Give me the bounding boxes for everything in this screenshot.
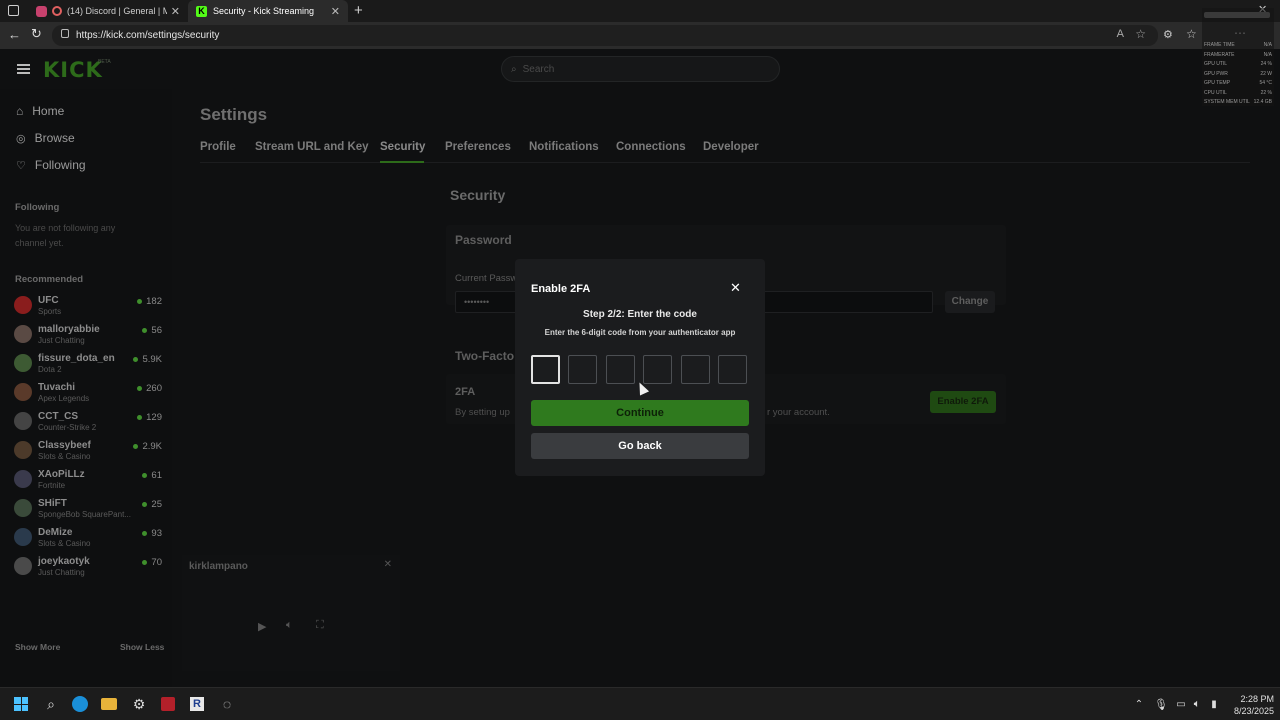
windows-start-icon[interactable] xyxy=(12,695,30,713)
file-explorer-icon[interactable] xyxy=(100,695,118,713)
close-icon[interactable]: ✕ xyxy=(171,5,180,18)
overlay-stat-row: FRAMERATE N/A xyxy=(1204,52,1272,58)
tab-label: (14) Discord | General | Magi xyxy=(67,6,167,16)
stat-label: FRAME TIME xyxy=(1204,42,1235,48)
app-red-icon[interactable] xyxy=(159,695,177,713)
browser-tab-kick[interactable]: K Security - Kick Streaming ✕ xyxy=(188,0,348,22)
code-digit-input-5[interactable] xyxy=(680,355,710,384)
modal-step-text: Step 2/2: Enter the code xyxy=(583,309,697,320)
close-icon[interactable]: ✕ xyxy=(331,5,340,18)
address-bar-row: ← ↻ https://kick.com/settings/security A… xyxy=(0,22,1280,49)
stat-value: N/A xyxy=(1263,42,1272,48)
modal-title: Enable 2FA xyxy=(531,283,591,295)
stat-label: CPU UTIL xyxy=(1204,89,1227,96)
discord-favicon-icon xyxy=(36,5,47,17)
overlay-stat-row: FRAME TIME N/A xyxy=(1204,42,1272,48)
taskbar-time[interactable]: 2:28 PM xyxy=(1230,694,1274,704)
stat-label: SYSTEM MEM UTIL xyxy=(1204,99,1250,105)
stat-label: GPU UTIL xyxy=(1204,61,1228,67)
code-digit-input-1[interactable] xyxy=(531,355,560,384)
audio-recording-icon xyxy=(52,6,62,16)
stat-value: 22 % xyxy=(1260,89,1272,96)
favorite-star-icon[interactable]: ☆ xyxy=(1135,27,1146,41)
kick-favicon-icon: K xyxy=(196,5,207,17)
stat-label: GPU PWR xyxy=(1204,70,1228,77)
performance-overlay: FRAME TIME N/A FRAMERATE N/A GPU UTIL 24 % GPU… xyxy=(1202,8,1274,106)
speaker-icon[interactable]: 🔈︎ xyxy=(1188,695,1206,713)
browser-tab-discord[interactable]: (14) Discord | General | Magi ✕ xyxy=(28,0,188,22)
lock-icon xyxy=(61,29,69,38)
overlay-stat-row: SYSTEM MEM UTIL 12.4 GB xyxy=(1204,99,1272,105)
close-icon[interactable]: ✕ xyxy=(730,280,741,296)
overlay-stat-row: GPU PWR 22 W xyxy=(1204,71,1272,77)
stat-value: 24 % xyxy=(1260,61,1272,67)
overlay-stat-row: GPU TEMP 54 °C xyxy=(1204,80,1272,86)
overlay-stat-row: GPU UTIL 24 % xyxy=(1204,61,1272,67)
favorites-icon[interactable]: ☆ xyxy=(1186,27,1197,41)
read-aloud-icon[interactable]: A xyxy=(1117,28,1124,40)
tab-label: Security - Kick Streaming xyxy=(213,6,315,16)
stat-value: N/A xyxy=(1263,51,1272,58)
url-text: https://kick.com/settings/security xyxy=(76,30,220,41)
continue-button[interactable]: Continue xyxy=(531,400,749,426)
battery-icon[interactable]: ▮ xyxy=(1205,695,1223,713)
settings-gear-icon[interactable]: ⚙ xyxy=(130,695,148,713)
kick-page: KICK BETA ⌕ Search ⌂ Home ◎ Browse ♡ Fol… xyxy=(0,49,1280,687)
code-digit-input-6[interactable] xyxy=(718,355,747,384)
new-tab-button[interactable]: + xyxy=(354,2,363,19)
chevron-up-icon[interactable]: ⌃ xyxy=(1130,695,1148,713)
code-digit-input-3[interactable] xyxy=(605,355,635,384)
extensions-icon[interactable]: ⚙ xyxy=(1163,28,1173,41)
url-field[interactable]: https://kick.com/settings/security A ☆ xyxy=(52,25,1158,46)
enable-2fa-modal: Enable 2FA ✕ Step 2/2: Enter the code En… xyxy=(515,259,765,476)
taskbar-date[interactable]: 8/23/2025 xyxy=(1224,706,1274,716)
code-digit-input-4[interactable] xyxy=(643,355,673,384)
overlay-bar xyxy=(1204,12,1270,18)
code-digit-input-2[interactable] xyxy=(568,355,598,384)
stat-value: 54 °C xyxy=(1259,80,1272,86)
microphone-icon[interactable]: 🎙︎ xyxy=(1152,695,1170,713)
app-r-icon[interactable]: R xyxy=(188,695,206,713)
search-icon[interactable]: ⌕ xyxy=(42,695,60,713)
stat-label: FRAMERATE xyxy=(1204,51,1235,58)
browser-tab-bar: (14) Discord | General | Magi ✕ K Securi… xyxy=(0,0,1280,22)
stat-value: 22 W xyxy=(1260,70,1272,77)
go-back-button[interactable]: Go back xyxy=(531,433,749,459)
stat-label: GPU TEMP xyxy=(1204,80,1231,86)
window-menu-icon[interactable] xyxy=(8,5,19,16)
refresh-icon[interactable]: ↻ xyxy=(31,26,42,42)
edge-browser-icon[interactable] xyxy=(71,695,89,713)
modal-instruction: Enter the 6-digit code from your authent… xyxy=(544,328,736,337)
back-icon[interactable]: ← xyxy=(8,27,21,42)
overlay-stat-row: CPU UTIL 22 % xyxy=(1204,90,1272,96)
windows-taskbar: ⌕ ⚙ R ◌ ⌃ 🎙︎ ▭ 🔈︎ ▮ 2:28 PM 8/23/2025 xyxy=(0,687,1280,720)
stat-value: 12.4 GB xyxy=(1253,99,1272,105)
app-chat-icon[interactable]: ◌ xyxy=(218,695,236,713)
